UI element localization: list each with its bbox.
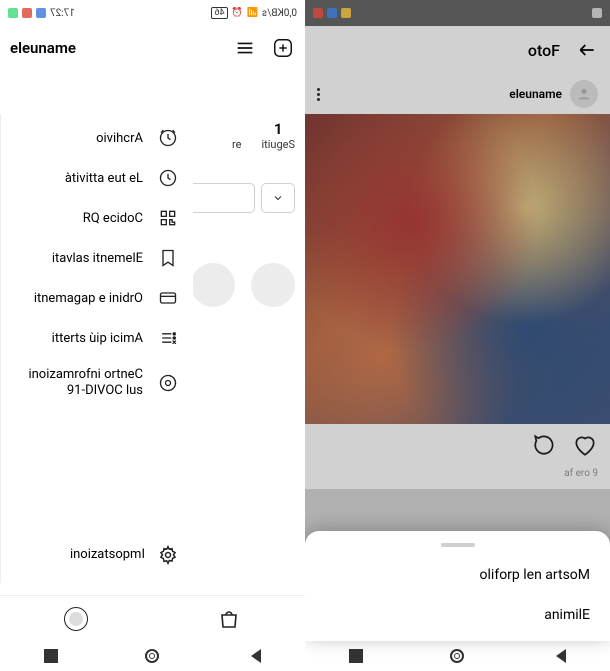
sheet-item-delete[interactable]: Elimina [305,595,610,635]
nav-recent-icon[interactable] [44,649,58,663]
add-post-icon[interactable] [271,36,295,60]
instagram-bottom-nav [0,595,305,641]
nav-home-icon[interactable] [450,649,464,663]
phone-left: Foto emanuele 9 ore fa Mostr [305,0,610,671]
post-actions [305,424,610,466]
shop-icon[interactable] [216,606,242,632]
activity-icon [157,167,179,189]
post-image[interactable] [305,114,610,424]
card-icon [157,287,179,309]
side-menu: Archivio Le tue attività Codice QR [0,114,193,583]
close-friends-icon [157,327,179,349]
menu-item-covid[interactable]: Centro informazioni sul COVID-19 [1,358,193,407]
menu-item-archivio[interactable]: Archivio [1,118,193,158]
like-icon[interactable] [572,432,598,462]
menu-item-ordini[interactable]: Ordini e pagamenti [1,278,193,318]
nav-back-icon[interactable] [552,649,566,663]
settings-icon [157,544,179,566]
bottom-sheet: Mostra nel profilo Elimina [305,531,610,641]
post-avatar[interactable] [570,80,598,108]
right-content: 1 Seguiti er ^ o [0,70,305,641]
status-time: 17:27 [50,8,75,19]
status-net: 0,0KB/s [262,8,297,19]
nav-home-icon[interactable] [145,649,159,663]
hamburger-menu-icon[interactable] [233,36,257,60]
menu-item-qr[interactable]: Codice QR [1,198,193,238]
post-username[interactable]: emanuele [509,87,562,101]
battery-icon [592,8,602,18]
qr-icon [157,207,179,229]
left-content: Foto emanuele 9 ore fa Mostr [305,26,610,641]
menu-item-amici[interactable]: Amici più stretti [1,318,193,358]
android-nav-right [0,641,305,671]
menu-item-attivita[interactable]: Le tue attività [1,158,193,198]
profile-header: emanuele [0,26,305,70]
post-more-icon[interactable] [317,88,320,101]
nav-back-icon[interactable] [247,649,261,663]
profile-username[interactable]: emanuele [10,39,76,57]
back-arrow[interactable] [576,39,598,61]
status-app-icon [22,8,32,18]
sheet-item-show-profile[interactable]: Mostra nel profilo [305,555,610,595]
bookmark-icon [157,247,179,269]
app-icon [327,8,337,18]
menu-footer-impostazioni[interactable]: Impostazioni [1,525,193,583]
stat-follower[interactable]: er [232,120,241,151]
archive-icon [157,127,179,149]
post-user-bar: emanuele [305,74,610,114]
profile-tab-icon[interactable] [63,606,89,632]
menu-item-salvati[interactable]: Elementi salvati [1,238,193,278]
nav-recent-icon[interactable] [349,649,363,663]
comment-icon[interactable] [532,432,558,462]
suggested-dropdown[interactable] [261,183,295,213]
status-app-icon [36,8,46,18]
post-time: 9 ore fa [305,466,610,489]
story-circle[interactable] [251,263,295,307]
story-circle[interactable] [191,263,235,307]
status-bar-right: 17:27 0,0KB/s 📶 ⏰ 46 [0,0,305,26]
app-icon [313,8,323,18]
android-nav-left [305,641,610,671]
sheet-handle[interactable] [441,543,475,547]
status-app-icon [8,8,18,18]
status-bar-left [305,0,610,26]
photo-header-title: Foto [528,41,560,60]
photo-header: Foto [305,26,610,74]
covid-info-icon [157,372,179,394]
stat-seguiti[interactable]: 1 Seguiti [261,120,295,151]
app-icon [341,8,351,18]
phone-right: 17:27 0,0KB/s 📶 ⏰ 46 emanuele 1 Segui [0,0,305,671]
